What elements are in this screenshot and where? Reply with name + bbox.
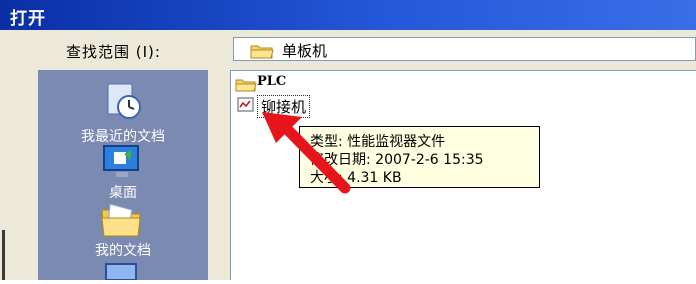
- title-bar[interactable]: 打开: [0, 0, 696, 30]
- place-label: 我最近的文档: [81, 129, 165, 145]
- performance-monitor-file-icon: [237, 97, 255, 117]
- look-in-label: 查找范围 (I):: [66, 43, 161, 61]
- file-name: PLC: [257, 74, 287, 89]
- folder-icon: [250, 43, 274, 63]
- file-name: 铆接机: [257, 95, 311, 118]
- place-label: 我的文档: [95, 243, 151, 259]
- file-info-tooltip: 类型: 性能监视器文件 修改日期: 2007-2-6 15:35 大小: 4.3…: [299, 126, 540, 188]
- tooltip-modified: 修改日期: 2007-2-6 15:35: [310, 152, 484, 168]
- my-documents-icon: [98, 200, 144, 242]
- left-divider: [2, 230, 5, 280]
- tooltip-size: 大小: 4.31 KB: [310, 170, 402, 186]
- look-in-value: 单板机: [282, 42, 328, 60]
- tooltip-type: 类型: 性能监视器文件: [310, 134, 446, 150]
- my-computer-icon: [102, 262, 142, 284]
- desktop-icon: [100, 144, 144, 184]
- look-in-combobox[interactable]: 单板机: [233, 37, 696, 61]
- folder-icon: [235, 77, 257, 96]
- place-label: 桌面: [109, 185, 137, 201]
- recent-documents-icon: [102, 80, 144, 126]
- window-title: 打开: [10, 9, 46, 29]
- places-bar: 我最近的文档 桌面 我的文档: [38, 70, 208, 281]
